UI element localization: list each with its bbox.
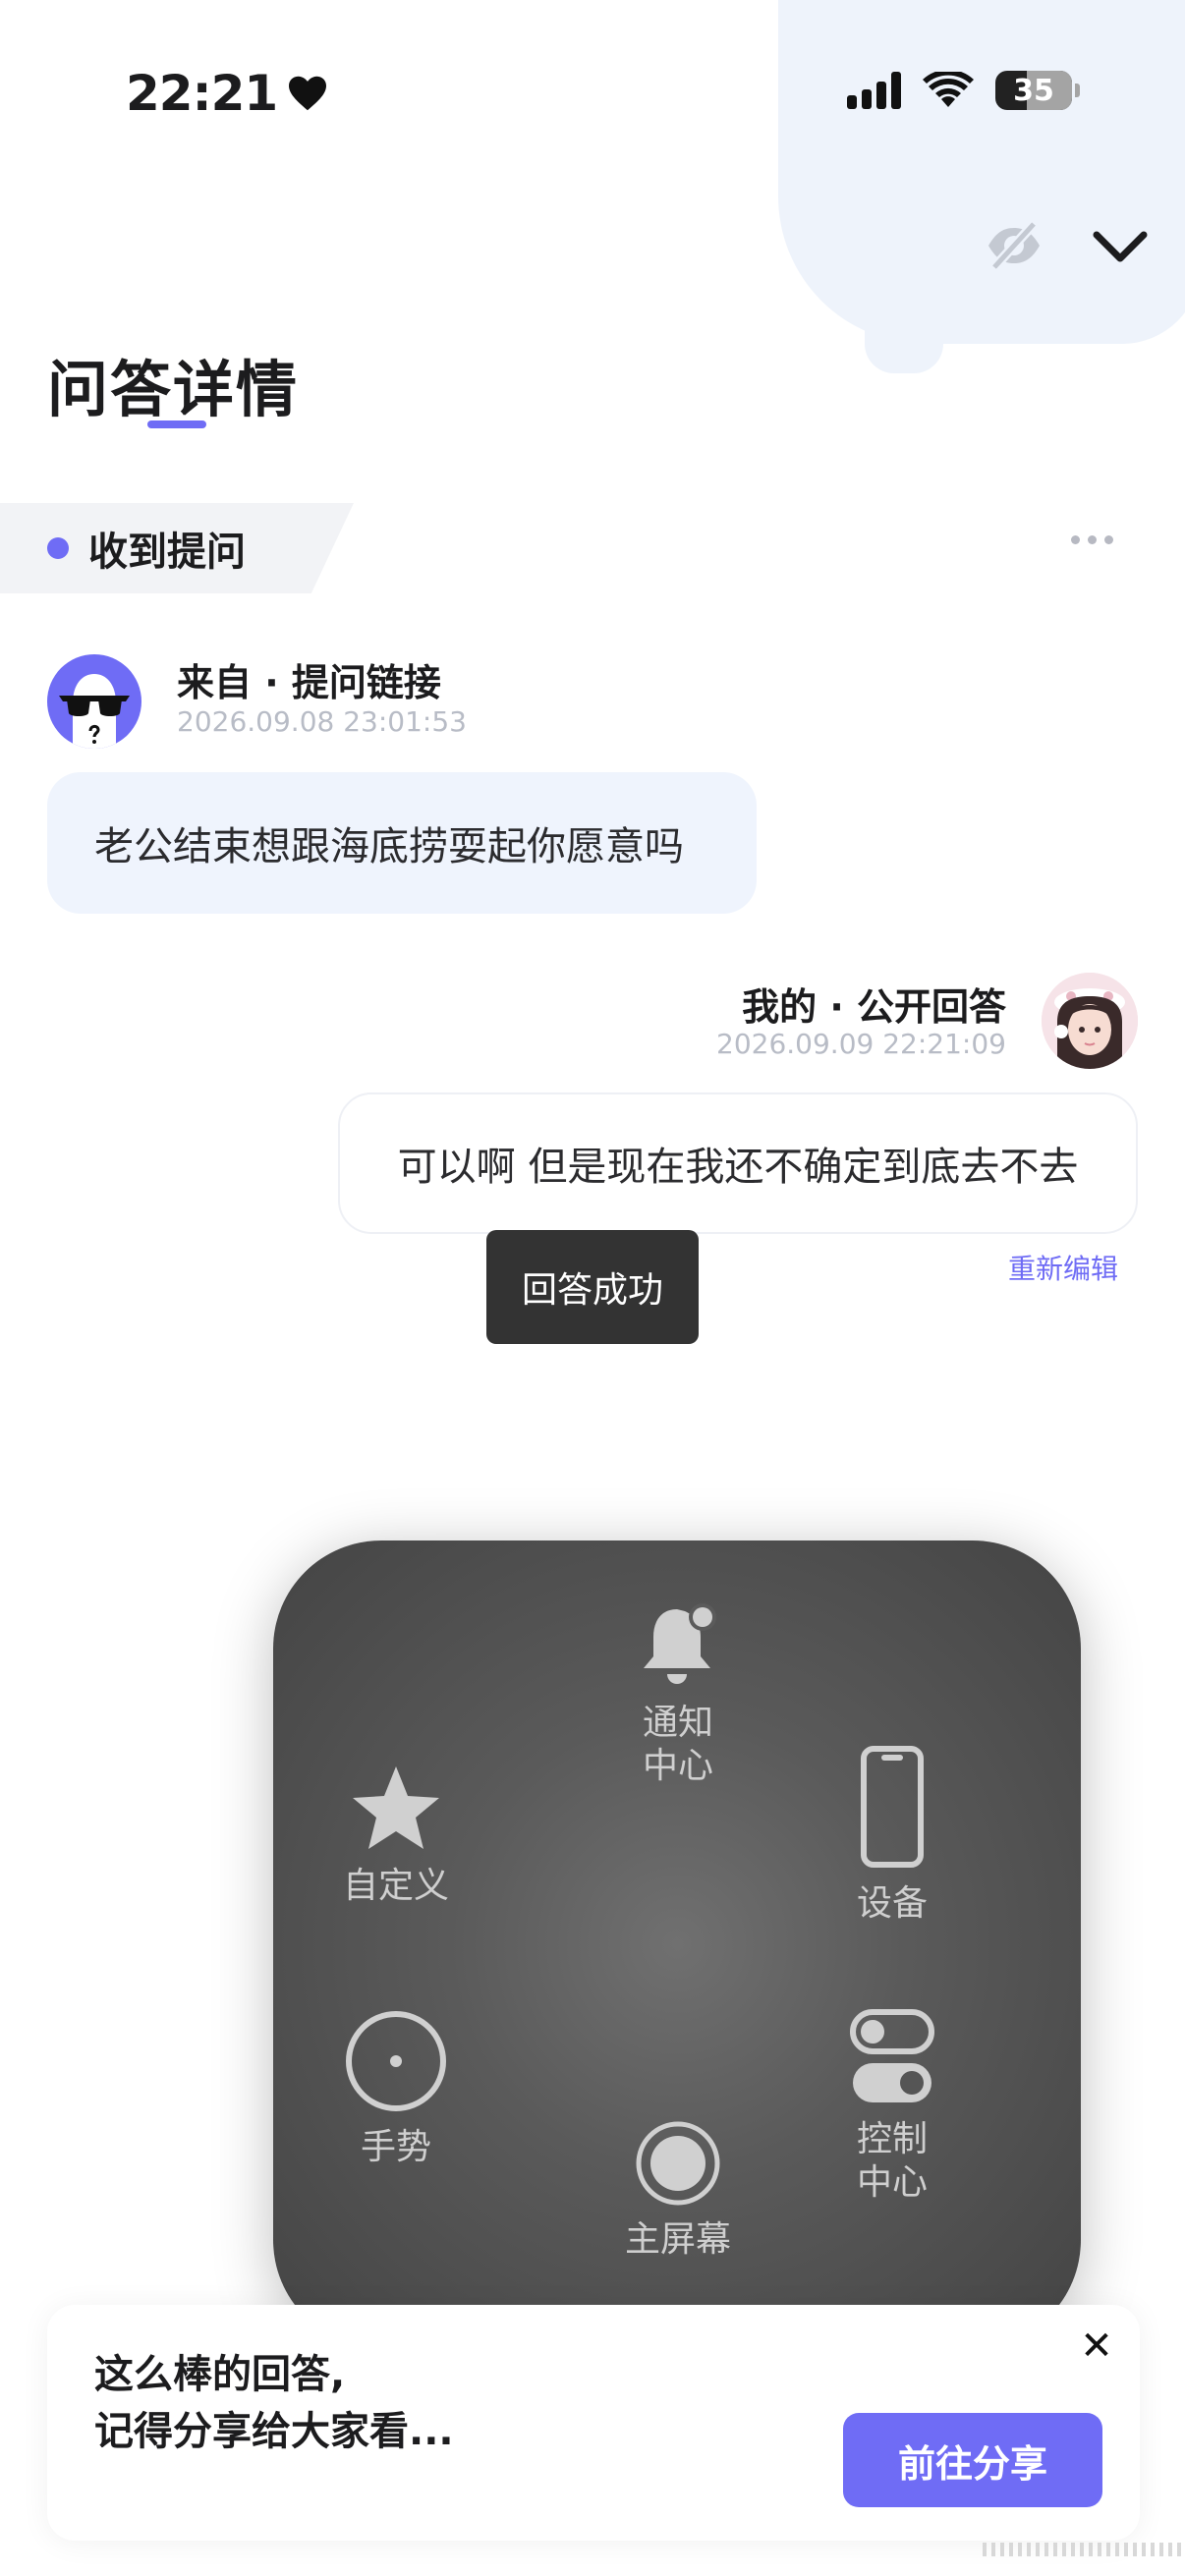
re-edit-link[interactable]: 重新编辑 — [1008, 1248, 1118, 1287]
at-custom-label: 自定义 — [342, 1866, 449, 1906]
battery-level: 35 — [1013, 73, 1054, 108]
at-notification-center[interactable]: 通知 中心 — [619, 1601, 737, 1788]
share-prompt-line1: 这么棒的回答, — [94, 2352, 346, 2397]
at-control-center-label: 控制 中心 — [856, 2119, 928, 2203]
bell-icon — [644, 1603, 716, 1684]
answer-text: 可以啊 但是现在我还不确定到底去不去 — [397, 1145, 1079, 1190]
gesture-icon — [346, 2011, 446, 2111]
share-prompt: 这么棒的回答, 记得分享给大家看... — [94, 2346, 454, 2460]
at-home[interactable]: 主屏幕 — [607, 2120, 749, 2262]
at-custom[interactable]: 自定义 — [327, 1763, 465, 1908]
at-gesture-label: 手势 — [360, 2127, 431, 2167]
section-tag: 收到提问 — [0, 503, 354, 593]
hide-eye-icon[interactable] — [981, 216, 1047, 275]
wifi-icon — [923, 72, 974, 107]
home-icon — [636, 2121, 720, 2206]
cellular-signal-icon — [847, 72, 901, 109]
at-device-label: 设备 — [856, 1883, 928, 1924]
toggles-icon — [850, 2009, 934, 2102]
anonymous-avatar — [47, 654, 141, 749]
status-time-text: 22:21 — [126, 65, 278, 122]
answer-source: 我的 · 公开回答 — [742, 985, 1006, 1029]
home-indicator — [983, 2543, 1185, 2556]
battery-icon: 35 — [995, 71, 1080, 110]
user-avatar[interactable] — [1042, 973, 1138, 1069]
at-home-label: 主屏幕 — [624, 2219, 731, 2260]
share-button[interactable]: 前往分享 — [843, 2413, 1102, 2507]
at-control-center[interactable]: 控制 中心 — [833, 2008, 951, 2205]
chevron-down-icon[interactable] — [1089, 222, 1152, 273]
phone-icon — [861, 1746, 924, 1868]
at-gesture[interactable]: 手势 — [332, 2008, 460, 2169]
question-time: 2026.09.08 23:01:53 — [177, 705, 467, 738]
page-title: 问答详情 — [47, 354, 300, 425]
success-toast: 回答成功 — [486, 1230, 699, 1344]
decorative-bubble-tail — [865, 295, 943, 373]
assistive-touch-menu: 通知 中心 自定义 设备 手势 控制 中心 主屏幕 — [273, 1540, 1081, 2348]
star-icon — [353, 1766, 439, 1849]
toast-text: 回答成功 — [521, 1270, 663, 1311]
share-prompt-line2: 记得分享给大家看... — [94, 2409, 454, 2454]
section-label: 收到提问 — [88, 530, 246, 575]
answer-bubble: 可以啊 但是现在我还不确定到底去不去 — [338, 1092, 1138, 1234]
close-icon[interactable]: ✕ — [1077, 2326, 1116, 2366]
question-source: 来自 · 提问链接 — [177, 661, 441, 704]
at-notification-center-label: 通知 中心 — [642, 1703, 713, 1786]
question-bubble: 老公结束想跟海底捞耍起你愿意吗 — [47, 772, 757, 914]
heart-icon — [289, 76, 327, 111]
more-options-icon[interactable] — [1071, 535, 1113, 544]
section-dot-icon — [47, 537, 69, 559]
decorative-bubble — [778, 0, 1185, 344]
share-card: 这么棒的回答, 记得分享给大家看... ✕ 前往分享 — [47, 2305, 1140, 2541]
question-text: 老公结束想跟海底捞耍起你愿意吗 — [94, 824, 684, 869]
at-device[interactable]: 设备 — [833, 1743, 951, 1926]
status-bar-time: 22:21 — [126, 65, 328, 122]
answer-time: 2026.09.09 22:21:09 — [716, 1028, 1006, 1060]
title-underline — [147, 420, 206, 428]
status-bar-indicators: 35 — [847, 71, 1080, 110]
